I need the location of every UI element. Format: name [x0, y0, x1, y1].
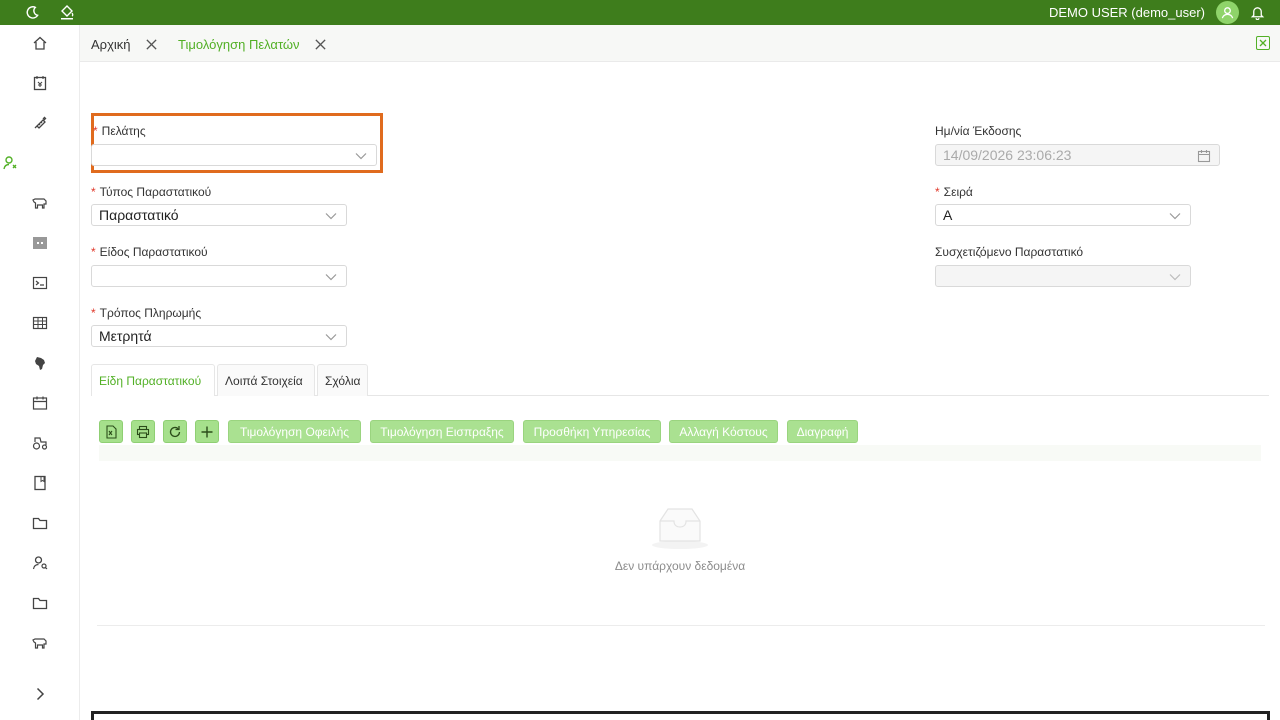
- sidebar: [0, 25, 80, 720]
- empty-state: Δεν υπάρχουν δεδομένα: [540, 505, 820, 585]
- chevron-down-icon: [325, 213, 337, 220]
- tab-document-items[interactable]: Είδη Παραστατικού: [91, 364, 215, 396]
- customer-select[interactable]: [91, 144, 377, 166]
- terminal-icon[interactable]: [30, 273, 50, 293]
- invoice-collection-button[interactable]: Τιμολόγηση Εισπραξης: [370, 420, 514, 443]
- calendar-icon[interactable]: [30, 393, 50, 413]
- tab-customer-invoicing[interactable]: Τιμολόγηση Πελατών: [178, 33, 328, 55]
- user-search-icon[interactable]: [30, 553, 50, 573]
- user-settings-icon[interactable]: [0, 153, 20, 173]
- series-value: A: [943, 207, 953, 223]
- issue-date-label: Ημ/νία Έκδοσης: [935, 124, 1022, 138]
- excel-file-icon: [106, 424, 117, 439]
- cow-icon-2[interactable]: [30, 633, 50, 653]
- chevron-down-icon: [355, 153, 367, 160]
- payment-method-label: * Τρόπος Πληρωμής: [91, 306, 202, 320]
- add-service-button[interactable]: Προσθήκη Υπηρεσίας: [523, 420, 661, 443]
- tabs-bar: Αρχική Τιμολόγηση Πελατών: [80, 25, 1280, 62]
- tab-customer-invoicing-label: Τιμολόγηση Πελατών: [178, 36, 300, 52]
- folder-icon-2[interactable]: [30, 593, 50, 613]
- doc-kind-select[interactable]: [91, 265, 347, 287]
- user-avatar-icon[interactable]: [1216, 1, 1239, 24]
- excel-export-icon[interactable]: [1256, 36, 1270, 50]
- invoice-debt-button[interactable]: Τιμολόγηση Οφειλής: [228, 420, 361, 443]
- related-doc-label: Συσχετιζόμενο Παραστατικό: [935, 245, 1084, 259]
- excel-export-button[interactable]: [99, 420, 123, 443]
- doc-kind-label: * Είδος Παραστατικού: [91, 245, 208, 259]
- moon-icon[interactable]: [23, 3, 41, 21]
- series-label: * Σειρά: [935, 185, 973, 199]
- africa-map-icon[interactable]: [30, 353, 50, 373]
- tractor-icon[interactable]: [30, 433, 50, 453]
- tab-home-label: Αρχική: [91, 36, 131, 52]
- table-header: [99, 445, 1261, 461]
- bell-icon[interactable]: [1248, 3, 1266, 21]
- table-icon[interactable]: [30, 313, 50, 333]
- print-button[interactable]: [131, 420, 155, 443]
- invoice-yen-icon[interactable]: [30, 73, 50, 93]
- tab-comments[interactable]: Σχόλια: [317, 364, 368, 396]
- paint-bucket-icon[interactable]: [58, 3, 76, 21]
- table-bottom-divider: [97, 625, 1265, 626]
- required-mark: *: [93, 124, 98, 138]
- home-icon[interactable]: [30, 33, 50, 53]
- related-doc-select[interactable]: [935, 265, 1191, 287]
- customer-label: * Πελάτης: [93, 124, 146, 138]
- refresh-button[interactable]: [163, 420, 187, 443]
- user-name-label[interactable]: DEMO USER (demo_user): [1049, 5, 1205, 20]
- cow-icon[interactable]: [30, 193, 50, 213]
- tab-other-details[interactable]: Λοιπά Στοιχεία: [217, 364, 315, 396]
- change-cost-button[interactable]: Αλλαγή Κόστους: [669, 420, 778, 443]
- empty-text: Δεν υπάρχουν δεδομένα: [614, 559, 746, 573]
- delete-button[interactable]: Διαγραφή: [787, 420, 858, 443]
- expand-chevron-icon[interactable]: [30, 684, 50, 704]
- syringe-icon[interactable]: [30, 113, 50, 133]
- issue-date-value: 14/09/2026 23:06:23: [943, 147, 1072, 163]
- empty-inbox-icon: [652, 508, 708, 549]
- chevron-down-icon: [325, 274, 337, 281]
- book-icon[interactable]: [30, 473, 50, 493]
- close-icon[interactable]: [314, 37, 328, 51]
- doc-type-value: Παραστατικό: [99, 207, 179, 223]
- plus-icon: [201, 426, 213, 437]
- add-button[interactable]: [195, 420, 219, 443]
- folder-icon[interactable]: [30, 513, 50, 533]
- bottom-panel-frame: [91, 711, 1270, 720]
- calendar-icon: [1197, 150, 1211, 163]
- top-bar: DEMO USER (demo_user): [0, 0, 1280, 25]
- payment-method-select[interactable]: Μετρητά: [91, 325, 347, 347]
- doc-type-label: * Τύπος Παραστατικού: [91, 185, 212, 199]
- tab-home[interactable]: Αρχική: [91, 33, 159, 55]
- doc-type-select[interactable]: Παραστατικό: [91, 204, 347, 226]
- issue-date-input[interactable]: 14/09/2026 23:06:23: [935, 144, 1220, 166]
- chevron-down-icon: [325, 334, 337, 341]
- series-select[interactable]: A: [935, 204, 1191, 226]
- printer-icon: [136, 425, 150, 438]
- close-icon[interactable]: [145, 37, 159, 51]
- refresh-icon: [169, 425, 181, 437]
- payment-method-value: Μετρητά: [99, 328, 152, 344]
- chevron-down-icon: [1169, 213, 1181, 220]
- barcode-icon[interactable]: [30, 233, 50, 253]
- detail-tabs: Είδη Παραστατικού Λοιπά Στοιχεία Σχόλια: [91, 364, 1269, 396]
- chevron-down-icon: [1169, 274, 1181, 281]
